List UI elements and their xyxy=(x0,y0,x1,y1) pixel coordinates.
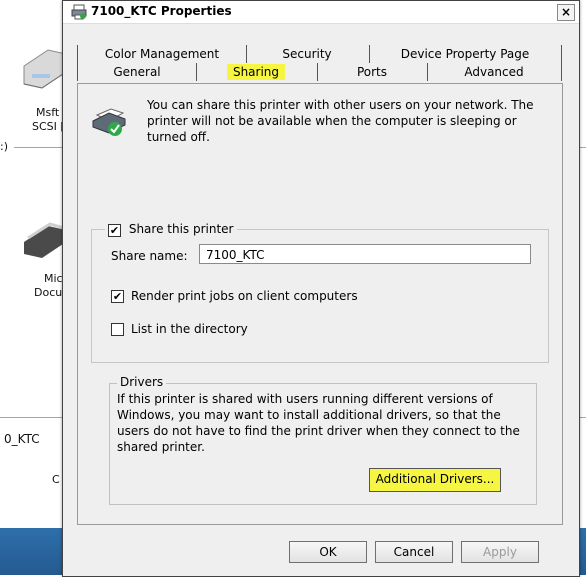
dialog-title: 7100_KTC Properties xyxy=(91,4,232,18)
printer-icon xyxy=(71,4,87,20)
device-label-1b: SCSI [ xyxy=(32,120,65,133)
ok-button[interactable]: OK xyxy=(289,541,367,563)
list-directory-checkbox[interactable] xyxy=(111,323,124,336)
tab-color-management[interactable]: Color Management xyxy=(77,45,247,63)
render-jobs-label: Render print jobs on client computers xyxy=(131,289,358,303)
tab-sharing[interactable]: Sharing xyxy=(195,63,318,81)
share-printer-label: Share this printer xyxy=(128,222,234,236)
drivers-title: Drivers xyxy=(117,375,167,389)
share-name-label: Share name: xyxy=(111,249,188,263)
tab-sharing-label: Sharing xyxy=(226,64,286,80)
title-bar[interactable]: 7100_KTC Properties × xyxy=(63,1,579,24)
sharing-description: You can share this printer with other us… xyxy=(147,98,534,144)
separator-line xyxy=(14,147,64,148)
tab-ports[interactable]: Ports xyxy=(317,63,428,81)
additional-drivers-button[interactable]: Additional Drivers... xyxy=(369,468,501,492)
tab-advanced[interactable]: Advanced xyxy=(427,63,562,81)
tab-device-property-page[interactable]: Device Property Page xyxy=(369,45,562,63)
fragment-text: :) xyxy=(0,140,8,153)
properties-dialog: 7100_KTC Properties × Color Management S… xyxy=(62,0,580,577)
share-name-input[interactable]: 7100_KTC xyxy=(199,244,531,264)
tab-general[interactable]: General xyxy=(77,63,197,81)
apply-button[interactable]: Apply xyxy=(461,541,539,563)
cancel-button[interactable]: Cancel xyxy=(375,541,453,563)
list-directory-label: List in the directory xyxy=(131,322,248,336)
additional-drivers-label: Additional Drivers... xyxy=(375,472,495,486)
tab-security[interactable]: Security xyxy=(245,45,370,63)
separator-line-2 xyxy=(0,417,62,418)
shared-printer-icon xyxy=(92,108,126,136)
fragment-text-3: C xyxy=(52,473,60,486)
drivers-text: If this printer is shared with users run… xyxy=(117,392,520,454)
close-button[interactable]: × xyxy=(557,4,575,21)
render-jobs-checkbox[interactable]: ✔ xyxy=(111,290,124,303)
share-printer-checkbox[interactable]: ✔ xyxy=(108,224,121,237)
share-printer-row[interactable]: ✔ Share this printer xyxy=(105,222,237,237)
fragment-text-2: 0_KTC xyxy=(4,432,40,446)
